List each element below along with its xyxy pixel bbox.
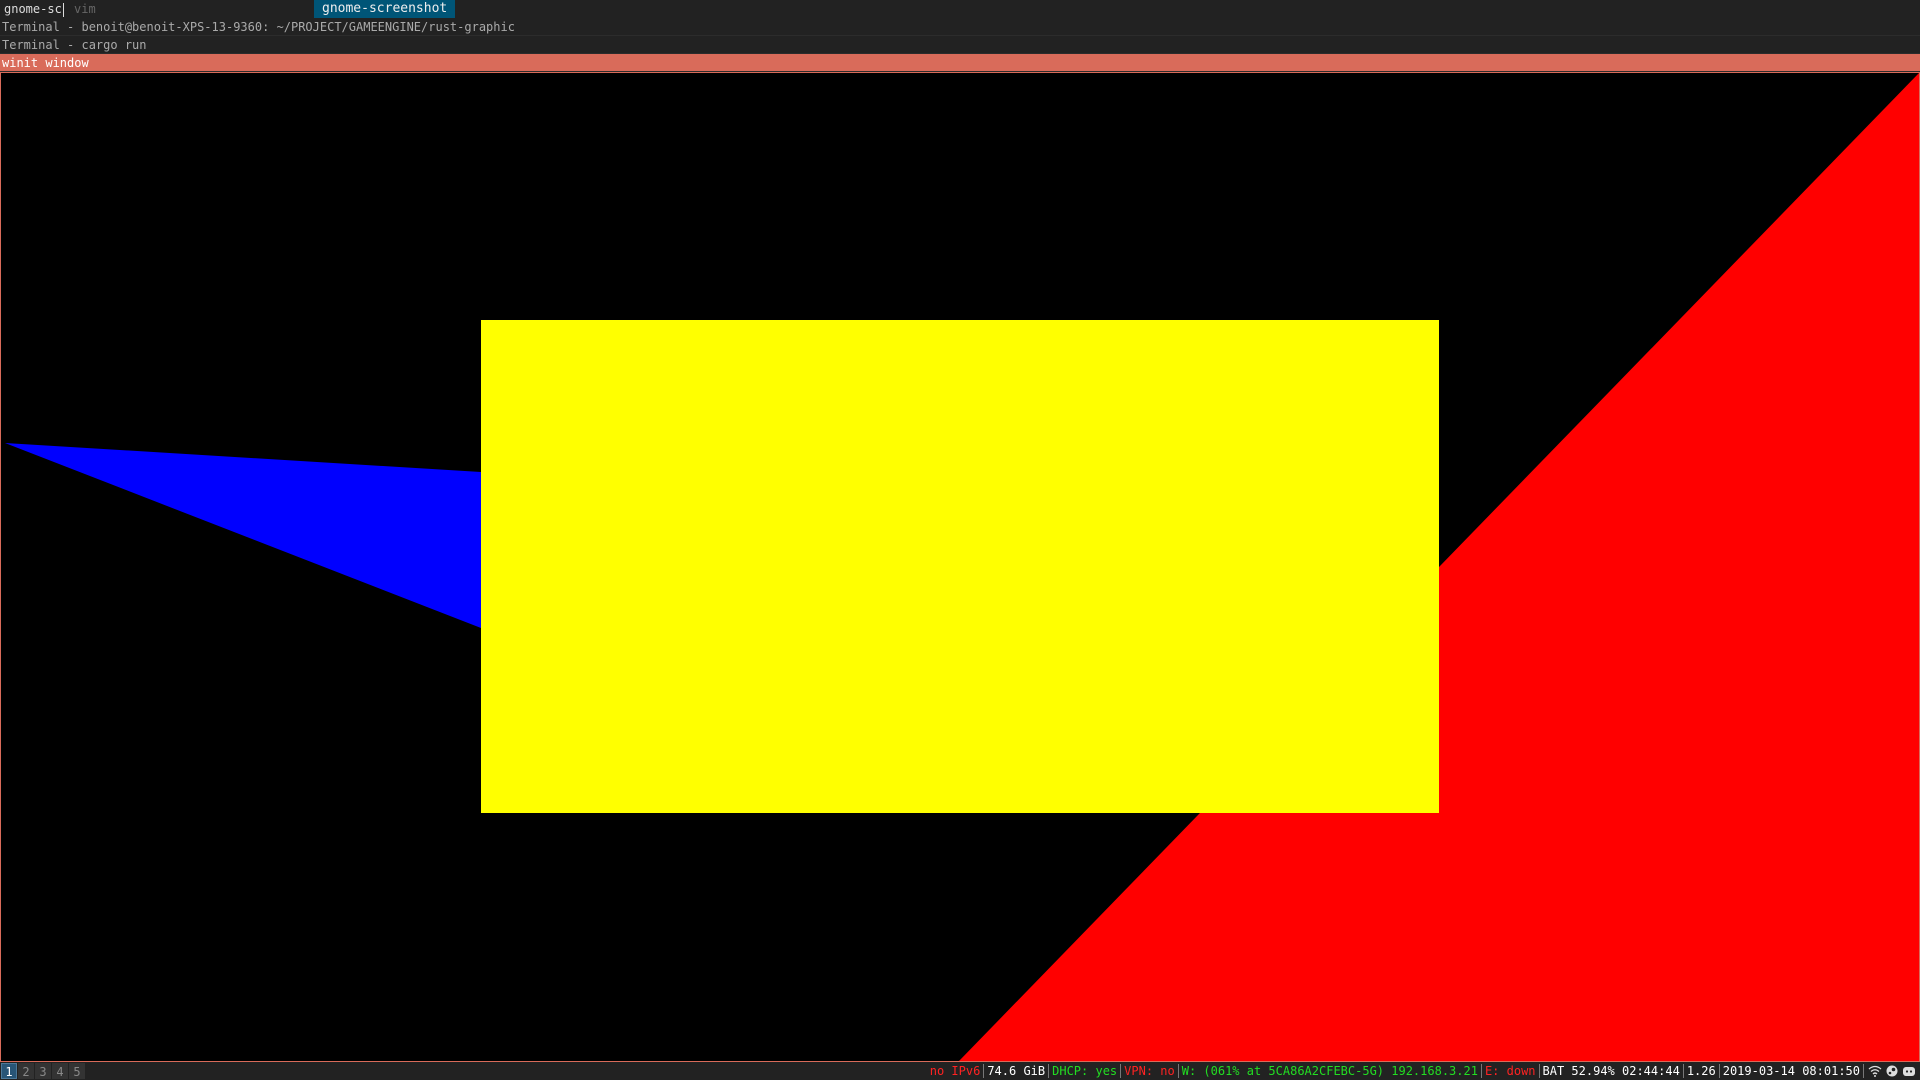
blue-triangle [5,443,481,628]
winit-render-canvas[interactable] [0,72,1920,1062]
dmenu-selected-item[interactable]: gnome-screenshot [314,0,456,18]
discord-icon[interactable] [1902,1065,1916,1077]
workspace-button-3[interactable]: 3 [35,1063,51,1079]
workspace-switcher[interactable]: 1 2 3 4 5 [1,1062,86,1080]
dmenu-input[interactable]: gnome-sc [0,0,68,18]
window-title-winit-focused[interactable]: winit window [0,54,1920,72]
steam-icon[interactable] [1885,1065,1899,1077]
workspace-button-2[interactable]: 2 [18,1063,34,1079]
yellow-rectangle [481,320,1439,813]
workspace-button-4[interactable]: 4 [52,1063,68,1079]
ethernet-status: E: down [1482,1064,1540,1078]
window-title-cargo-run[interactable]: Terminal - cargo run [0,36,1920,54]
workspace-button-1[interactable]: 1 [1,1063,17,1079]
load-status: 1.26 [1684,1064,1720,1078]
wireless-status: W: (061% at 5CA86A2CFEBC-5G) 192.168.3.2… [1179,1064,1482,1078]
dhcp-status: DHCP: yes [1049,1064,1122,1078]
status-bar: 1 2 3 4 5 no IPv6 74.6 GiB DHCP: yes VPN… [0,1062,1920,1080]
text-cursor [62,2,64,17]
system-tray [1864,1065,1920,1077]
disk-status: 74.6 GiB [984,1064,1050,1078]
dmenu-launcher[interactable]: gnome-sc vim gnome-screenshot [0,0,1920,18]
render-scene [5,73,1919,1061]
dmenu-item[interactable]: vim [74,0,314,18]
vpn-status: VPN: no [1121,1064,1179,1078]
window-title-terminal[interactable]: Terminal - benoit@benoit-XPS-13-9360: ~/… [0,18,1920,36]
workspace-button-5[interactable]: 5 [69,1063,85,1079]
battery-status: BAT 52.94% 02:44:44 [1540,1064,1684,1078]
wifi-icon[interactable] [1868,1065,1882,1077]
datetime-status: 2019-03-14 08:01:50 [1720,1064,1864,1078]
ipv6-status: no IPv6 [927,1064,985,1078]
